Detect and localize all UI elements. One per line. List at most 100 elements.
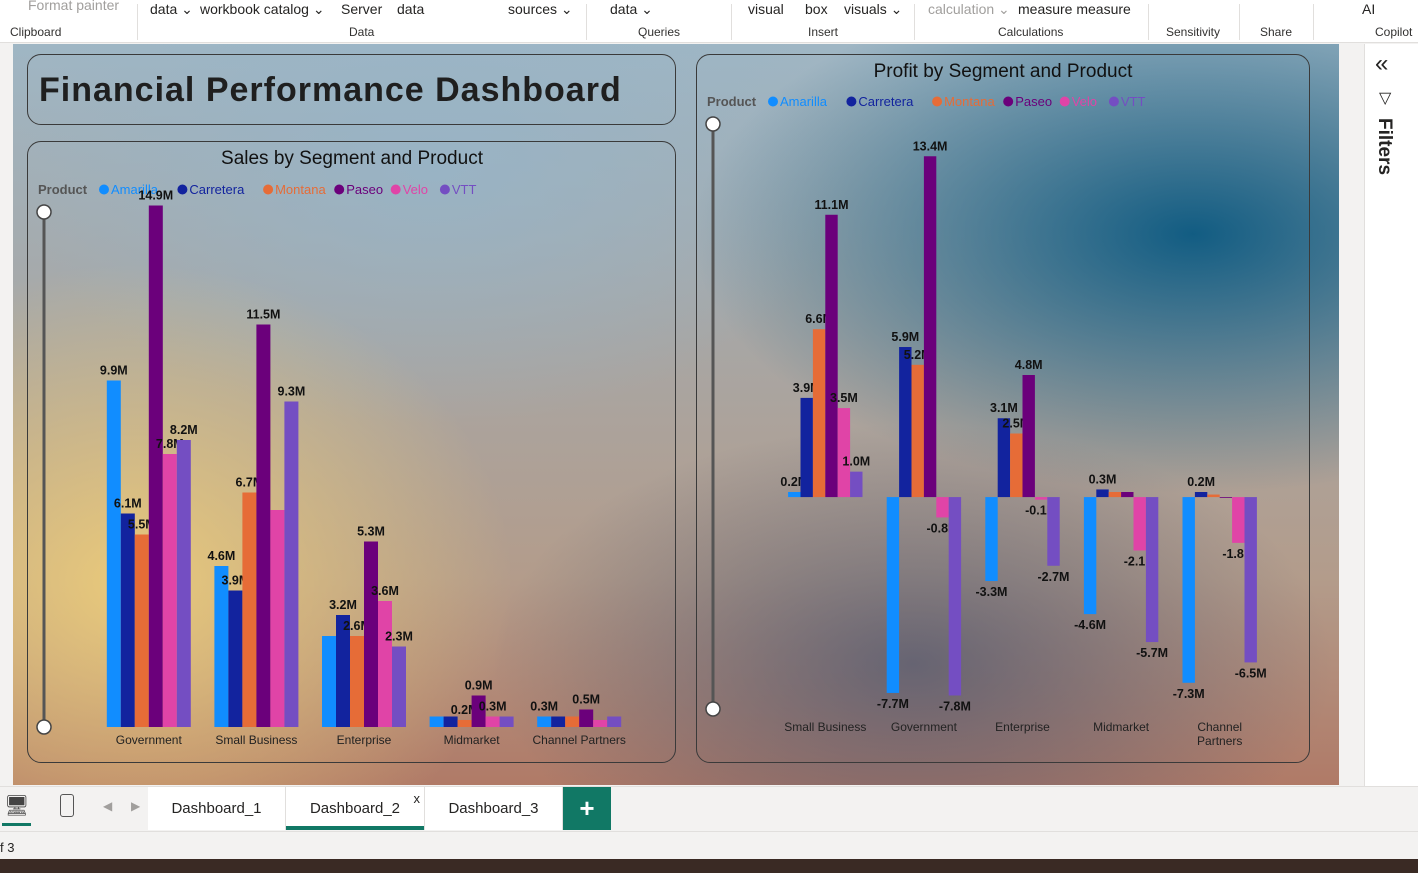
bar-carretera[interactable]	[1096, 489, 1109, 498]
legend-item-velo[interactable]: Velo	[403, 182, 428, 197]
dashboard-title-card[interactable]: Financial Performance Dashboard	[27, 54, 676, 125]
bar-velo[interactable]	[162, 454, 177, 727]
bar-paseo[interactable]	[364, 541, 378, 728]
ribbon-excel-workbook-button[interactable]: workbook catalog ⌄	[200, 1, 325, 18]
zoom-slider-top-handle[interactable]	[705, 116, 721, 132]
legend-item-montana[interactable]: Montana	[944, 94, 995, 109]
ribbon-new-visual-button[interactable]: visual	[748, 1, 784, 17]
bar-velo[interactable]	[593, 720, 608, 727]
bar-montana[interactable]	[565, 716, 580, 728]
filters-label[interactable]: Filters	[1373, 118, 1395, 175]
bar-paseo[interactable]	[256, 324, 271, 728]
ribbon-new-calculation-button[interactable]: calculation ⌄	[928, 1, 1010, 18]
legend-item-vtt[interactable]: VTT	[452, 182, 477, 197]
bar-montana[interactable]	[1108, 492, 1122, 498]
tab-dashboard-1[interactable]: Dashboard_1	[148, 787, 286, 830]
filter-icon[interactable]: ▽	[1379, 88, 1391, 108]
bar-carretera[interactable]	[1194, 492, 1208, 498]
legend-item-paseo[interactable]: Paseo	[1015, 94, 1052, 109]
zoom-slider-bottom-handle[interactable]	[705, 701, 721, 717]
bar-paseo[interactable]	[923, 156, 937, 498]
zoom-slider-bottom-handle[interactable]	[36, 719, 52, 735]
bar-montana[interactable]	[1010, 433, 1023, 498]
bar-amarilla[interactable]	[985, 497, 998, 582]
bar-velo[interactable]	[936, 497, 949, 518]
tab-dashboard-3[interactable]: Dashboard_3	[425, 787, 563, 830]
bar-montana[interactable]	[812, 329, 826, 498]
close-tab-icon[interactable]: x	[414, 777, 421, 821]
bar-vtt[interactable]	[1145, 497, 1159, 643]
bar-vtt[interactable]	[176, 440, 191, 727]
bar-amarilla[interactable]	[886, 497, 900, 693]
bar-carretera[interactable]	[899, 347, 912, 498]
profit-chart[interactable]: Profit by Segment and Product Product Amar…	[696, 54, 1308, 761]
ribbon-ai-button[interactable]: AI	[1362, 1, 1375, 17]
add-page-button[interactable]: +	[563, 787, 611, 830]
sales-chart[interactable]: Sales by Segment and ProductProduct Amari…	[27, 141, 674, 761]
collapse-icon[interactable]: «	[1375, 50, 1388, 78]
bar-vtt[interactable]	[948, 497, 962, 696]
bar-amarilla[interactable]	[322, 636, 336, 727]
bar-velo[interactable]	[270, 510, 285, 727]
legend-item-vtt[interactable]: VTT	[1121, 94, 1146, 109]
bar-montana[interactable]	[911, 364, 924, 498]
legend-item-montana[interactable]: Montana	[275, 182, 326, 197]
bar-vtt[interactable]	[392, 646, 406, 728]
bar-montana[interactable]	[457, 720, 472, 727]
legend-item-amarilla[interactable]: Amarilla	[780, 94, 828, 109]
bar-carretera[interactable]	[800, 397, 813, 498]
prev-page-icon[interactable]: ◀	[103, 799, 112, 813]
bar-vtt[interactable]	[284, 401, 299, 728]
legend-item-carretera[interactable]: Carretera	[189, 182, 245, 197]
bar-amarilla[interactable]	[537, 716, 552, 728]
zoom-slider-top-handle[interactable]	[36, 204, 52, 220]
mobile-view-icon[interactable]	[60, 794, 74, 817]
bar-vtt[interactable]	[607, 716, 622, 728]
bar-velo[interactable]	[1034, 497, 1048, 500]
bar-carretera[interactable]	[551, 716, 566, 728]
ribbon-enter-data-button[interactable]: data	[397, 1, 424, 17]
bar-vtt[interactable]	[850, 471, 863, 498]
filters-pane[interactable]: « ▽ Filters	[1364, 44, 1418, 786]
bar-montana[interactable]	[350, 636, 364, 727]
bar-vtt[interactable]	[499, 716, 514, 728]
ribbon-recent-sources-button[interactable]: sources ⌄	[508, 1, 573, 18]
bar-amarilla[interactable]	[429, 716, 444, 728]
bar-paseo[interactable]	[579, 709, 594, 728]
bar-paseo[interactable]	[1121, 492, 1134, 498]
ribbon-get-data-button[interactable]: data ⌄	[150, 1, 193, 18]
legend-item-paseo[interactable]: Paseo	[346, 182, 383, 197]
bar-montana[interactable]	[134, 534, 149, 728]
ribbon-format-painter-button[interactable]: Format painter	[28, 0, 119, 13]
legend-item-carretera[interactable]: Carretera	[858, 94, 914, 109]
desktop-view-icon[interactable]: 🖥	[4, 793, 29, 818]
bar-paseo[interactable]	[1219, 497, 1233, 498]
legend-item-velo[interactable]: Velo	[1072, 94, 1097, 109]
ribbon-transform-data-button[interactable]: data ⌄	[610, 1, 653, 18]
next-page-icon[interactable]: ▶	[131, 799, 140, 813]
bar-carretera[interactable]	[120, 513, 135, 728]
bar-vtt[interactable]	[1047, 497, 1060, 566]
bar-velo[interactable]	[485, 716, 500, 728]
bar-paseo[interactable]	[1022, 375, 1035, 498]
bar-velo[interactable]	[378, 601, 392, 727]
bar-carretera[interactable]	[443, 716, 458, 728]
bar-vtt[interactable]	[1244, 497, 1257, 663]
bar-carretera[interactable]	[228, 590, 243, 728]
ribbon-quick-measure-button[interactable]: measure measure	[1018, 1, 1131, 17]
bar-paseo[interactable]	[825, 214, 838, 498]
bar-montana[interactable]	[1207, 494, 1220, 498]
ribbon-more-visuals-button[interactable]: visuals ⌄	[844, 1, 902, 18]
bar-montana[interactable]	[242, 492, 257, 728]
bar-amarilla[interactable]	[788, 492, 801, 498]
ribbon-text-box-button[interactable]: box	[805, 1, 828, 17]
bar-velo[interactable]	[1232, 497, 1245, 543]
bar-velo[interactable]	[1133, 497, 1146, 551]
ribbon-sql-server-button[interactable]: Server	[341, 1, 382, 17]
bar-amarilla[interactable]	[1182, 497, 1195, 683]
tab-dashboard-2[interactable]: Dashboard_2 x	[286, 787, 425, 830]
bar-amarilla[interactable]	[1083, 497, 1097, 615]
bar-paseo[interactable]	[148, 205, 163, 728]
bar-amarilla[interactable]	[106, 380, 121, 728]
bar-amarilla[interactable]	[214, 566, 229, 727]
